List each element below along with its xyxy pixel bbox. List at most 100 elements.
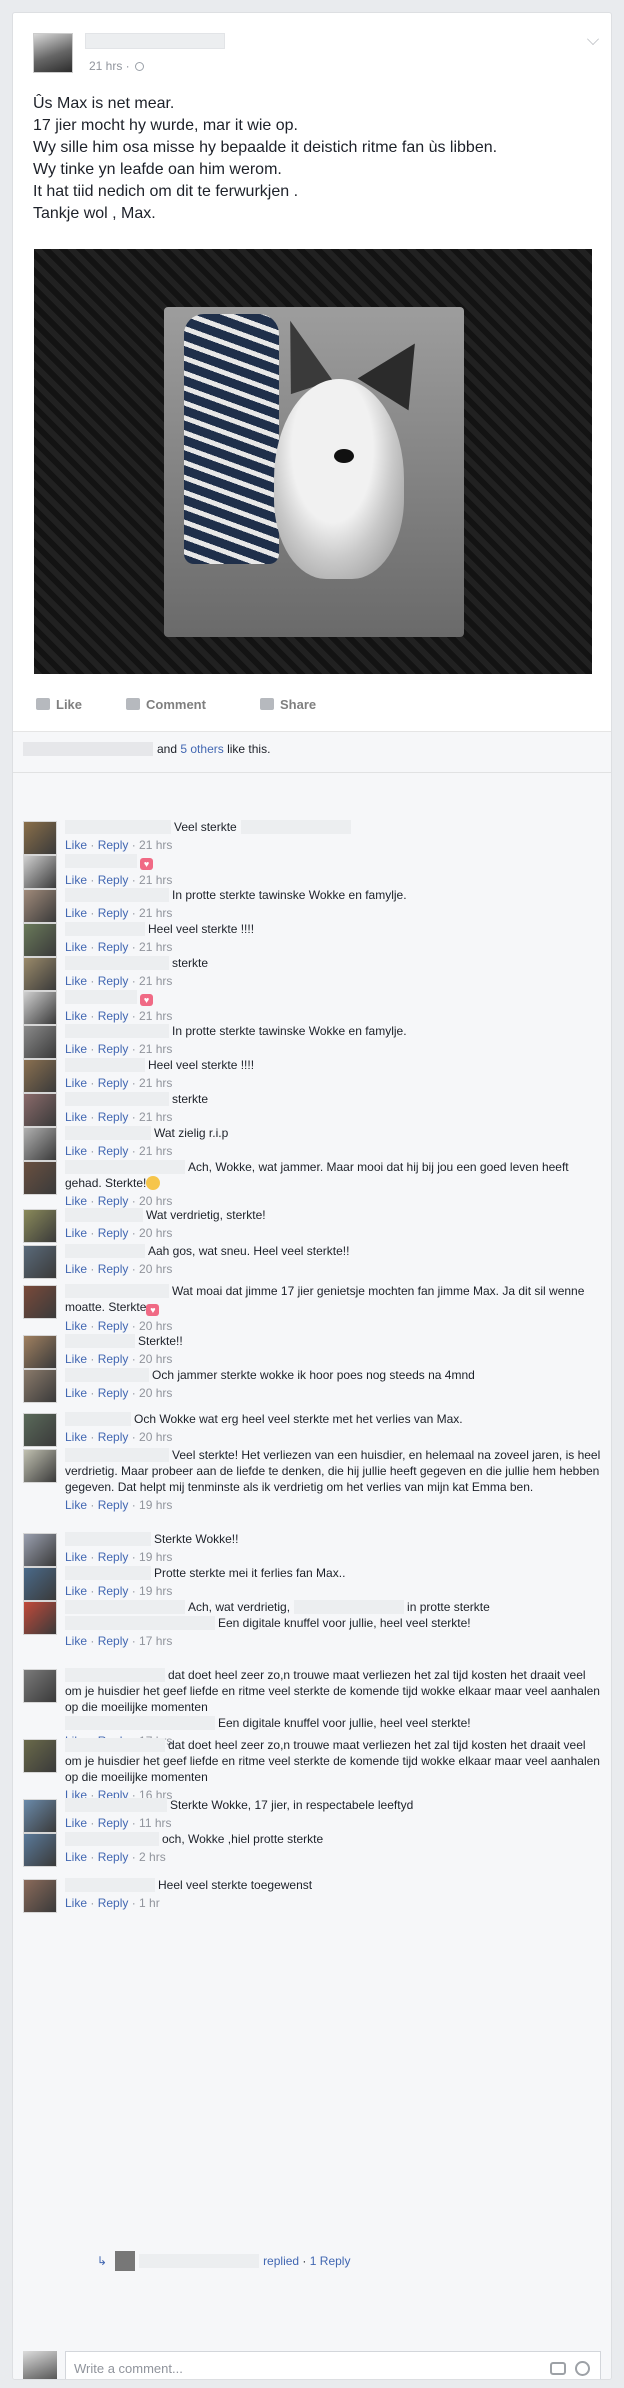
- commenter-name-redacted[interactable]: [65, 990, 137, 1004]
- comment-time[interactable]: 20 hrs: [139, 1262, 172, 1276]
- comment-like-link[interactable]: Like: [65, 1850, 87, 1864]
- comment-time[interactable]: 20 hrs: [139, 1319, 172, 1333]
- commenter-name-redacted[interactable]: [65, 1244, 145, 1258]
- commenter-avatar[interactable]: [23, 957, 57, 991]
- likes-others-link[interactable]: 5 others: [180, 742, 223, 756]
- comment-time[interactable]: 20 hrs: [139, 1352, 172, 1366]
- comment-time[interactable]: 19 hrs: [139, 1498, 172, 1512]
- comment-reply-link[interactable]: Reply: [98, 873, 129, 887]
- reply-label[interactable]: replied: [263, 2254, 299, 2268]
- comment-reply-link[interactable]: Reply: [98, 1009, 129, 1023]
- commenter-name-redacted[interactable]: [65, 1448, 169, 1462]
- comment-input[interactable]: Write a comment...: [65, 2351, 601, 2379]
- commenter-name-redacted[interactable]: [65, 820, 171, 834]
- comment-like-link[interactable]: Like: [65, 1430, 87, 1444]
- comment-reply-link[interactable]: Reply: [98, 1498, 129, 1512]
- comment-like-link[interactable]: Like: [65, 838, 87, 852]
- commenter-name-redacted[interactable]: [65, 1208, 143, 1222]
- comment-time[interactable]: 17 hrs: [139, 1634, 172, 1648]
- comment-like-link[interactable]: Like: [65, 1319, 87, 1333]
- camera-icon[interactable]: [550, 2362, 566, 2375]
- commenter-avatar[interactable]: [23, 1601, 57, 1635]
- like-button[interactable]: Like: [36, 697, 82, 712]
- comment-reply-link[interactable]: Reply: [98, 974, 129, 988]
- comment-time[interactable]: 1 hr: [139, 1896, 160, 1910]
- comment-like-link[interactable]: Like: [65, 1352, 87, 1366]
- comment-reply-link[interactable]: Reply: [98, 1262, 129, 1276]
- commenter-name-redacted[interactable]: [65, 1832, 159, 1846]
- commenter-avatar[interactable]: [23, 1533, 57, 1567]
- comment-time[interactable]: 11 hrs: [139, 1816, 171, 1830]
- comment-reply-link[interactable]: Reply: [98, 1194, 129, 1208]
- tagged-name-redacted[interactable]: [65, 1616, 215, 1630]
- comment-time[interactable]: 21 hrs: [139, 1110, 172, 1124]
- commenter-avatar[interactable]: [23, 1059, 57, 1093]
- comment-like-link[interactable]: Like: [65, 1896, 87, 1910]
- commenter-avatar[interactable]: [23, 1025, 57, 1059]
- commenter-name-redacted[interactable]: [65, 1160, 185, 1174]
- comment-reply-link[interactable]: Reply: [98, 1386, 129, 1400]
- comment-reply-link[interactable]: Reply: [98, 1144, 129, 1158]
- author-avatar[interactable]: [33, 33, 73, 73]
- comment-time[interactable]: 20 hrs: [139, 1386, 172, 1400]
- commenter-name-redacted[interactable]: [65, 1334, 135, 1348]
- comment-like-link[interactable]: Like: [65, 1110, 87, 1124]
- comment-reply-link[interactable]: Reply: [98, 906, 129, 920]
- commenter-avatar[interactable]: [23, 1413, 57, 1447]
- comment-like-link[interactable]: Like: [65, 1816, 87, 1830]
- comment-like-link[interactable]: Like: [65, 1386, 87, 1400]
- tagged-name-redacted[interactable]: [294, 1600, 405, 1614]
- comment-reply-link[interactable]: Reply: [98, 1816, 129, 1830]
- commenter-avatar[interactable]: [23, 1799, 57, 1833]
- commenter-avatar[interactable]: [23, 1161, 57, 1195]
- comment-time[interactable]: 19 hrs: [139, 1584, 172, 1598]
- commenter-name-redacted[interactable]: [65, 922, 145, 936]
- comment-button[interactable]: Comment: [126, 697, 206, 712]
- comment-reply-link[interactable]: Reply: [98, 1550, 129, 1564]
- commenter-name-redacted[interactable]: [65, 1284, 169, 1298]
- comment-time[interactable]: 21 hrs: [139, 940, 172, 954]
- tagged-name-redacted[interactable]: [65, 1716, 215, 1730]
- comment-reply-link[interactable]: Reply: [98, 1042, 129, 1056]
- share-button[interactable]: Share: [260, 697, 316, 712]
- comment-like-link[interactable]: Like: [65, 974, 87, 988]
- commenter-avatar[interactable]: [23, 1285, 57, 1319]
- commenter-avatar[interactable]: [23, 1127, 57, 1161]
- commenter-avatar[interactable]: [23, 1567, 57, 1601]
- comment-time[interactable]: 21 hrs: [139, 1009, 172, 1023]
- commenter-name-redacted[interactable]: [65, 888, 169, 902]
- commenter-name-redacted[interactable]: [65, 1368, 149, 1382]
- emoji-icon[interactable]: [575, 2361, 590, 2376]
- commenter-avatar[interactable]: [23, 889, 57, 923]
- comment-time[interactable]: 21 hrs: [139, 906, 172, 920]
- comment-like-link[interactable]: Like: [65, 1498, 87, 1512]
- comment-like-link[interactable]: Like: [65, 1144, 87, 1158]
- commenter-name-redacted[interactable]: [65, 1668, 165, 1682]
- commenter-name-redacted[interactable]: [65, 1798, 167, 1812]
- post-photo[interactable]: [34, 249, 592, 674]
- commenter-name-redacted[interactable]: [65, 1738, 165, 1752]
- commenter-name-redacted[interactable]: [65, 1600, 185, 1614]
- comment-like-link[interactable]: Like: [65, 1550, 87, 1564]
- comment-like-link[interactable]: Like: [65, 1226, 87, 1240]
- commenter-avatar[interactable]: [23, 855, 57, 889]
- comment-reply-link[interactable]: Reply: [98, 1352, 129, 1366]
- commenter-name-redacted[interactable]: [65, 854, 137, 868]
- comment-reply-link[interactable]: Reply: [98, 1896, 129, 1910]
- post-time-text[interactable]: 21 hrs ·: [89, 59, 130, 73]
- commenter-avatar[interactable]: [23, 1739, 57, 1773]
- author-name-redacted[interactable]: [85, 33, 225, 49]
- comment-time[interactable]: 21 hrs: [139, 873, 172, 887]
- comment-reply-link[interactable]: Reply: [98, 940, 129, 954]
- comment-like-link[interactable]: Like: [65, 906, 87, 920]
- reply-summary[interactable]: ↳ replied · 1 Reply: [97, 2251, 350, 2271]
- tagged-name-redacted[interactable]: [240, 820, 351, 834]
- commenter-avatar[interactable]: [23, 923, 57, 957]
- comment-like-link[interactable]: Like: [65, 1042, 87, 1056]
- comment-reply-link[interactable]: Reply: [98, 1110, 129, 1124]
- commenter-avatar[interactable]: [23, 1369, 57, 1403]
- commenter-avatar[interactable]: [23, 991, 57, 1025]
- commenter-name-redacted[interactable]: [65, 1412, 131, 1426]
- comment-like-link[interactable]: Like: [65, 1194, 87, 1208]
- comment-time[interactable]: 21 hrs: [139, 974, 172, 988]
